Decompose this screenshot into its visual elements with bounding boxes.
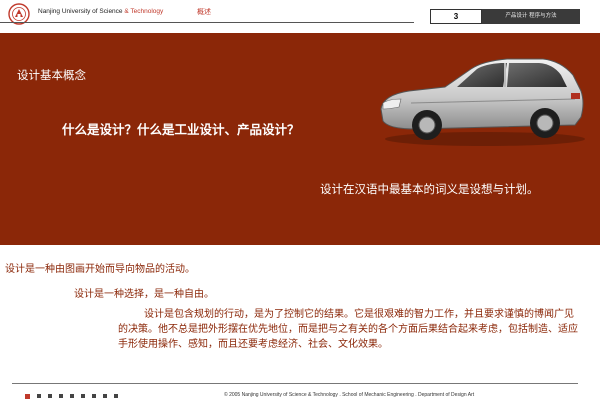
chapter-label: 产品设计 程序与方法: [482, 9, 580, 24]
slide-nav-dot[interactable]: [81, 394, 85, 398]
slide-nav-dot[interactable]: [70, 394, 74, 398]
university-name: Nanjing University of Science & Technolo…: [38, 8, 164, 15]
slide-nav-dots[interactable]: [25, 394, 125, 400]
footer-copyright: © 2005 Nanjing University of Science & T…: [224, 392, 475, 398]
slide-nav-dot[interactable]: [48, 394, 52, 398]
slide-nav-dot[interactable]: [92, 394, 96, 398]
slide-header: Nanjing University of Science & Technolo…: [0, 0, 600, 33]
page-number: 3: [430, 9, 482, 24]
header-divider: [0, 22, 414, 23]
banner-question: 什么是设计？什么是工业设计、产品设计？: [62, 122, 300, 137]
slide-nav-dot[interactable]: [114, 394, 118, 398]
definition-line-1: 设计是一种由图画开始而导向物品的活动。: [5, 264, 195, 275]
slide-nav-dot[interactable]: [103, 394, 107, 398]
car-illustration: [380, 58, 585, 146]
slide-nav-dot[interactable]: [25, 394, 30, 399]
slide-nav-dot[interactable]: [37, 394, 41, 398]
footer-divider: [12, 383, 578, 384]
banner-note: 设计在汉语中最基本的词义是设想与计划。: [320, 182, 539, 196]
definition-paragraph: 设计是包含规划的行动，是为了控制它的结果。它是很艰难的智力工作，并且要求谨慎的博…: [118, 309, 578, 350]
title-banner: 设计基本概念 什么是设计？什么是工业设计、产品设计？ 设计在汉语中最基本的词义是…: [0, 33, 600, 245]
definition-line-2: 设计是一种选择，是一种自由。: [74, 289, 214, 300]
section-title: 概述: [197, 8, 211, 16]
banner-title: 设计基本概念: [17, 68, 86, 82]
slide-nav-dot[interactable]: [59, 394, 63, 398]
